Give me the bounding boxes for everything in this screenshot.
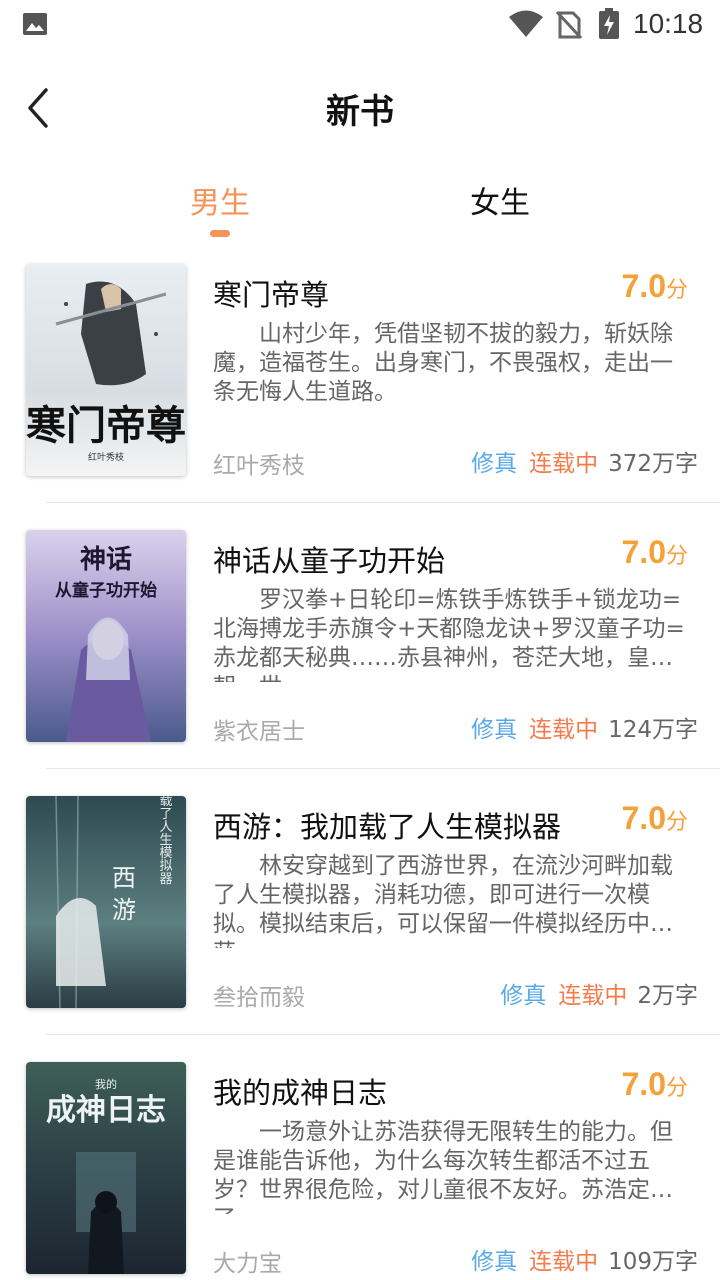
score-value: 7.0 bbox=[621, 800, 666, 836]
book-meta: 修真 连载中 124万字 bbox=[471, 710, 698, 744]
page-title: 新书 bbox=[326, 92, 394, 132]
active-tab-indicator bbox=[210, 230, 230, 237]
gender-tabs: 男生 女生 bbox=[0, 178, 720, 248]
score-unit: 分 bbox=[665, 810, 688, 835]
book-words: 372万字 bbox=[608, 451, 698, 477]
book-title: 我的成神日志 bbox=[213, 1076, 388, 1110]
book-description: 林安穿越到了西游世界，在流沙河畔加载了人生模拟器，消耗功德，即可进行一次模拟。模… bbox=[213, 853, 673, 948]
score-unit: 分 bbox=[665, 544, 688, 569]
header: 新书 bbox=[0, 70, 720, 150]
book-genre: 修真 bbox=[500, 983, 547, 1009]
image-notification-icon bbox=[23, 13, 47, 35]
cover-author-text: 红叶秀枝 bbox=[88, 451, 124, 463]
book-state: 连载中 bbox=[529, 451, 599, 477]
book-words: 124万字 bbox=[608, 717, 698, 743]
divider bbox=[46, 768, 720, 769]
book-title: 西游：我加载了人生模拟器 bbox=[213, 810, 562, 844]
book-score: 7.0分 bbox=[622, 268, 689, 305]
status-bar: 10:18 bbox=[0, 0, 720, 50]
status-time: 10:18 bbox=[633, 8, 704, 39]
book-state: 连载中 bbox=[529, 1249, 599, 1275]
book-item[interactable]: 神话 从童子功开始 神话从童子功开始 7.0分 罗汉拳+日轮印=炼铁手炼铁手+锁… bbox=[0, 528, 720, 769]
book-meta: 修真 连载中 2万字 bbox=[500, 976, 698, 1010]
book-author: 紫衣居士 bbox=[213, 719, 305, 745]
svg-text:游: 游 bbox=[112, 896, 136, 924]
cover-title-text: 寒门帝尊 bbox=[26, 402, 186, 449]
score-value: 7.0 bbox=[621, 268, 666, 304]
book-genre: 修真 bbox=[471, 717, 518, 743]
book-title: 寒门帝尊 bbox=[213, 278, 330, 312]
no-sim-icon bbox=[556, 10, 582, 40]
score-value: 7.0 bbox=[621, 1066, 666, 1102]
book-cover[interactable]: 神话 从童子功开始 bbox=[26, 530, 186, 742]
book-meta: 修真 连载中 109万字 bbox=[471, 1242, 698, 1276]
book-score: 7.0分 bbox=[622, 1066, 689, 1103]
score-unit: 分 bbox=[665, 1076, 688, 1101]
svg-text:我加载了人生模拟器: 我加载了人生模拟器 bbox=[157, 796, 173, 886]
book-score: 7.0分 bbox=[622, 534, 689, 571]
book-cover[interactable]: 西 游 我加载了人生模拟器 bbox=[26, 796, 186, 1008]
svg-text:神话: 神话 bbox=[80, 545, 132, 575]
book-genre: 修真 bbox=[471, 1249, 518, 1275]
book-author: 红叶秀枝 bbox=[213, 453, 305, 479]
book-item[interactable]: 寒门帝尊 红叶秀枝 寒门帝尊 7.0分 山村少年，凭借坚韧不拔的毅力，斩妖除魔，… bbox=[0, 262, 720, 503]
score-unit: 分 bbox=[665, 278, 688, 303]
book-description: 一场意外让苏浩获得无限转生的能力。但是谁能告诉他，为什么每次转生都活不过五岁？世… bbox=[213, 1119, 673, 1214]
book-author: 大力宝 bbox=[213, 1251, 282, 1277]
book-item[interactable]: 我的 成神日志 我的成神日志 7.0分 一场意外让苏浩获得无限转生的能力。但是谁… bbox=[0, 1060, 720, 1280]
cover-title-text: 成神日志 bbox=[46, 1093, 166, 1128]
book-description: 罗汉拳+日轮印=炼铁手炼铁手+锁龙功=北海搏龙手赤旗令+天都隐龙诀+罗汉童子功=… bbox=[213, 587, 685, 682]
svg-text:西: 西 bbox=[112, 864, 136, 892]
book-description: 山村少年，凭借坚韧不拔的毅力，斩妖除魔，造福苍生。出身寒门，不畏强权，走出一条无… bbox=[213, 321, 673, 405]
score-value: 7.0 bbox=[621, 534, 666, 570]
book-words: 109万字 bbox=[608, 1249, 698, 1275]
battery-charging-icon bbox=[599, 8, 619, 39]
book-cover[interactable]: 寒门帝尊 红叶秀枝 bbox=[26, 264, 186, 476]
tab-male[interactable]: 男生 bbox=[190, 178, 250, 222]
book-item[interactable]: 西 游 我加载了人生模拟器 西游：我加载了人生模拟器 7.0分 林安穿越到了西游… bbox=[0, 794, 720, 1035]
svg-text:我的: 我的 bbox=[95, 1077, 117, 1091]
book-meta: 修真 连载中 372万字 bbox=[471, 444, 698, 478]
divider bbox=[46, 502, 720, 503]
book-score: 7.0分 bbox=[622, 800, 689, 837]
book-genre: 修真 bbox=[471, 451, 518, 477]
book-title: 神话从童子功开始 bbox=[213, 544, 446, 578]
book-state: 连载中 bbox=[558, 983, 628, 1009]
divider bbox=[46, 1034, 720, 1035]
book-state: 连载中 bbox=[529, 717, 599, 743]
wifi-icon bbox=[509, 10, 543, 37]
svg-text:从童子功开始: 从童子功开始 bbox=[55, 580, 157, 601]
tab-female[interactable]: 女生 bbox=[470, 178, 530, 222]
book-cover[interactable]: 我的 成神日志 bbox=[26, 1062, 186, 1274]
book-words: 2万字 bbox=[637, 983, 698, 1009]
book-author: 叁拾而毅 bbox=[213, 985, 305, 1011]
